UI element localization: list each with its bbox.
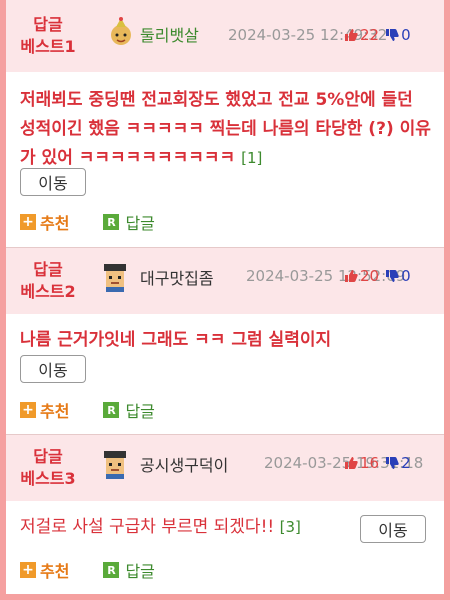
reply-r-icon[interactable]: R <box>103 562 120 578</box>
comment-text: 저래뵈도 중딩땐 전교회장도 했었고 전교 5%안에 들던 성적이긴 했음 ㅋㅋ… <box>20 86 432 173</box>
down-vote-count: 2 <box>401 454 411 472</box>
thumbs-down-icon[interactable] <box>385 269 399 283</box>
vote-area: 16 2 <box>344 454 411 472</box>
comment-actions: + 추천 R 답글 <box>20 558 155 582</box>
best-comment-1: 답글 베스트1 둘리뱃살 2024-03-25 12:49:32 22 0 저래… <box>6 0 444 248</box>
plus-icon[interactable]: + <box>20 402 36 418</box>
best-reply-badge: 답글 베스트2 <box>6 248 90 314</box>
reply-button[interactable]: 답글 <box>125 398 154 422</box>
plus-icon[interactable]: + <box>20 562 36 578</box>
move-button[interactable]: 이동 <box>20 168 86 196</box>
thumbs-down-icon[interactable] <box>385 456 399 470</box>
down-vote-count: 0 <box>401 267 411 285</box>
badge-label: 답글 <box>33 15 63 34</box>
recommend-button[interactable]: 추천 <box>40 558 69 582</box>
comment-body: 나름 근거가잇네 그래도 ㅋㅋ 그럼 실력이지 <box>20 330 332 350</box>
comment-body: 저걸로 사설 구급차 부르면 되겠다!! <box>20 517 275 537</box>
comment-text: 나름 근거가잇네 그래도 ㅋㅋ 그럼 실력이지 <box>20 326 432 355</box>
thumbs-up-icon[interactable] <box>344 456 358 470</box>
comment-actions: + 추천 R 답글 <box>20 210 155 234</box>
vote-area: 22 0 <box>344 26 411 44</box>
badge-rank: 베스트1 <box>20 37 76 56</box>
badge-rank: 베스트2 <box>20 282 76 301</box>
plus-icon[interactable]: + <box>20 214 36 230</box>
comment-header: 답글 베스트3 공시생구덕이 2024-03-25 19:31:18 16 2 <box>6 435 444 501</box>
author-name[interactable]: 대구맛집좀 <box>140 265 214 289</box>
birthday-hat-character-icon[interactable] <box>106 17 136 47</box>
recommend-button[interactable]: 추천 <box>40 398 69 422</box>
author-name[interactable]: 공시생구덕이 <box>140 452 228 476</box>
badge-label: 답글 <box>33 260 63 279</box>
recommend-button[interactable]: 추천 <box>40 210 69 234</box>
best-comment-2: 답글 베스트2 대구맛집좀 2024-03-25 12:52:09 20 0 나… <box>6 248 444 435</box>
reply-count[interactable]: [3] <box>280 518 301 536</box>
up-vote-count: 16 <box>360 454 380 472</box>
reply-r-icon[interactable]: R <box>103 402 120 418</box>
move-button[interactable]: 이동 <box>20 355 86 383</box>
comment-header: 답글 베스트2 대구맛집좀 2024-03-25 12:52:09 20 0 <box>6 248 444 314</box>
reply-r-icon[interactable]: R <box>103 214 120 230</box>
thumbs-up-icon[interactable] <box>344 28 358 42</box>
thumbs-down-icon[interactable] <box>385 28 399 42</box>
author-name[interactable]: 둘리뱃살 <box>140 22 199 46</box>
best-reply-badge: 답글 베스트1 <box>6 0 90 72</box>
badge-rank: 베스트3 <box>20 469 76 488</box>
graduate-character-icon[interactable] <box>100 262 130 292</box>
down-vote-count: 0 <box>401 26 411 44</box>
best-reply-badge: 답글 베스트3 <box>6 435 90 501</box>
reply-count[interactable]: [1] <box>241 149 262 167</box>
reply-button[interactable]: 답글 <box>125 210 154 234</box>
graduate-character-icon[interactable] <box>100 449 130 479</box>
comment-actions: + 추천 R 답글 <box>20 398 155 422</box>
up-vote-count: 20 <box>360 267 380 285</box>
comment-body: 저래뵈도 중딩땐 전교회장도 했었고 전교 5%안에 들던 성적이긴 했음 ㅋㅋ… <box>20 90 431 168</box>
best-comment-3: 답글 베스트3 공시생구덕이 2024-03-25 19:31:18 16 2 … <box>6 435 444 594</box>
reply-button[interactable]: 답글 <box>125 558 154 582</box>
comment-header: 답글 베스트1 둘리뱃살 2024-03-25 12:49:32 22 0 <box>6 0 444 72</box>
thumbs-up-icon[interactable] <box>344 269 358 283</box>
move-button[interactable]: 이동 <box>360 515 426 543</box>
badge-label: 답글 <box>33 447 63 466</box>
vote-area: 20 0 <box>344 267 411 285</box>
up-vote-count: 22 <box>360 26 380 44</box>
